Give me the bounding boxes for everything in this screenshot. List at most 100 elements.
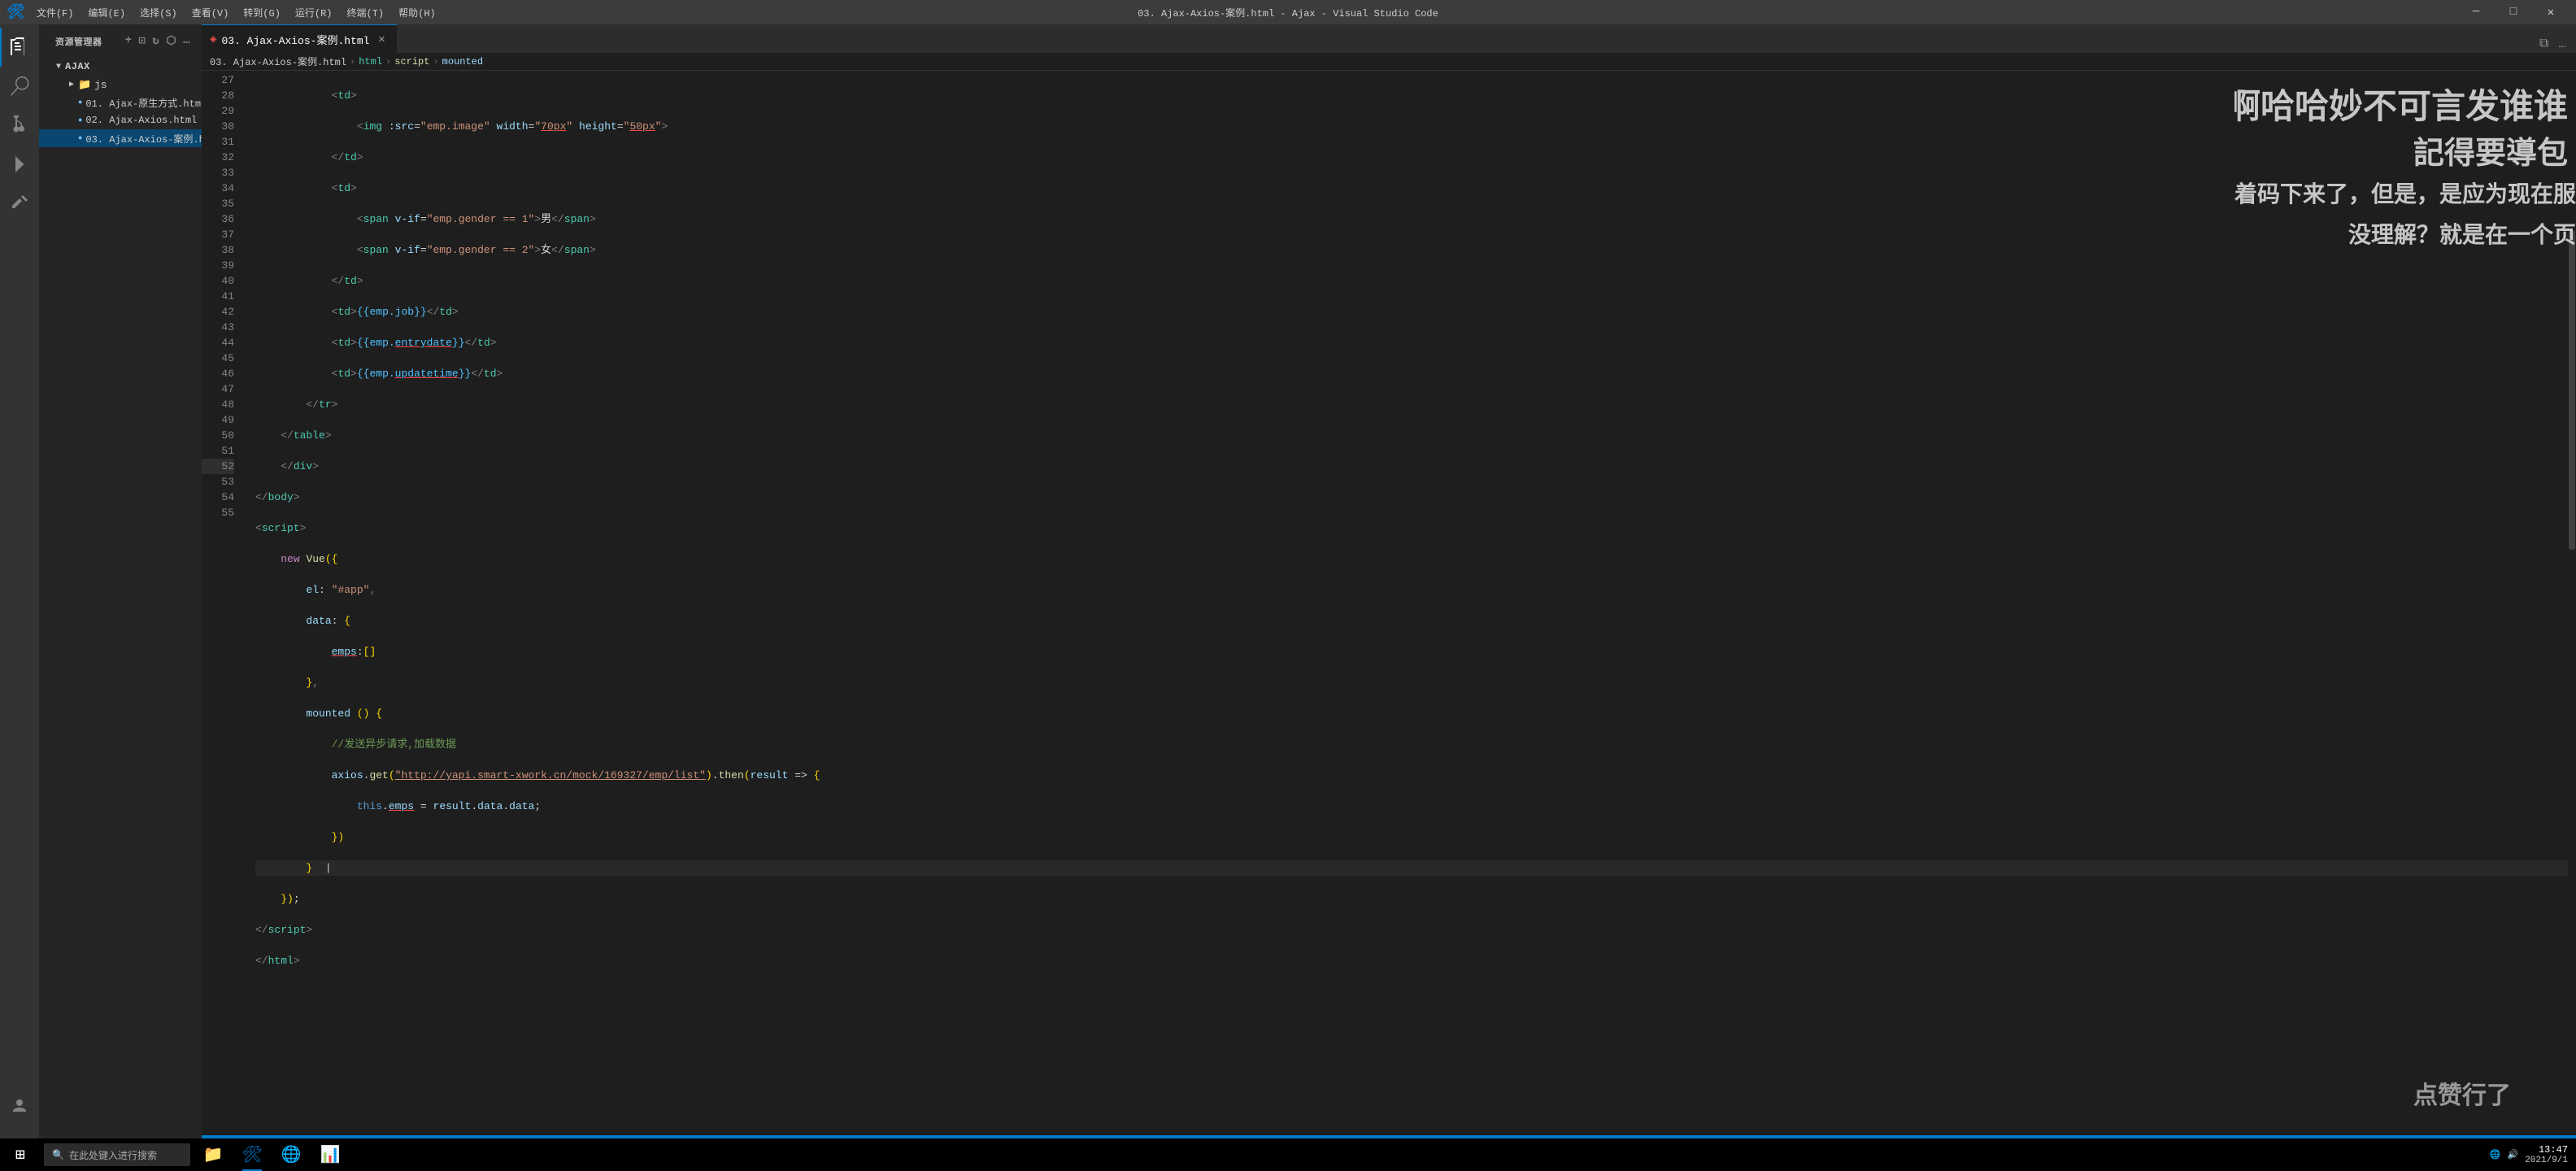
tab-label: 03. Ajax-Axios-案例.html — [221, 32, 369, 47]
code-line-55: </html> — [255, 953, 2576, 969]
breadcrumb-sep2: › — [385, 56, 391, 67]
scrollbar-thumb — [2569, 230, 2575, 550]
search-icon — [10, 76, 29, 96]
sidebar-item-js[interactable]: ▶ 📁 js — [39, 76, 202, 94]
js-folder-icon: 📁 — [78, 79, 91, 91]
code-line-31: <span v-if="emp.gender == 1">男</span> — [255, 211, 2576, 227]
account-icon — [11, 1097, 28, 1115]
more-actions-tab-icon[interactable]: … — [2555, 35, 2569, 53]
refresh-icon[interactable]: ↻ — [150, 33, 161, 50]
taskbar-chrome-icon: 🌐 — [281, 1144, 302, 1165]
taskbar-powerpoint[interactable]: 📊 — [311, 1138, 350, 1171]
titlebar: 🛠 文件(F) 编辑(E) 选择(S) 查看(V) 转到(G) 运行(R) 终端… — [0, 0, 2576, 24]
new-file-icon[interactable]: + — [124, 33, 134, 50]
titlebar-left: 🛠 文件(F) 编辑(E) 选择(S) 查看(V) 转到(G) 运行(R) 终端… — [7, 3, 442, 21]
code-line-51: }) — [255, 829, 2576, 845]
code-line-40: </body> — [255, 490, 2576, 505]
split-editor-icon[interactable]: ⧉ — [2536, 35, 2552, 53]
taskbar-vscode-icon: 🛠 — [242, 1144, 262, 1165]
code-line-35: <td>{{emp.entrydate}}</td> — [255, 335, 2576, 350]
code-line-34: <td>{{emp.job}}</td> — [255, 304, 2576, 320]
tab-close-button[interactable]: ✕ — [374, 32, 389, 46]
code-line-37: </tr> — [255, 397, 2576, 412]
run-icon — [10, 155, 29, 174]
activity-run[interactable] — [0, 145, 39, 184]
code-line-30: <td> — [255, 181, 2576, 196]
file-circle-icon3: ● — [78, 134, 82, 142]
taskbar-chrome[interactable]: 🌐 — [272, 1138, 311, 1171]
content-area: ◈ 03. Ajax-Axios-案例.html ✕ ⧉ … 03. Ajax-… — [202, 24, 2576, 1171]
section-arrow: ▼ — [52, 63, 65, 72]
breadcrumb-script[interactable]: script — [394, 56, 429, 67]
more-actions-icon[interactable]: … — [181, 33, 192, 50]
sidebar-tree: ▼ AJAX ▶ 📁 js ● 01. Ajax-原生方式.html — [39, 54, 202, 1171]
menu-view[interactable]: 查看(V) — [185, 4, 236, 21]
code-editor[interactable]: <td> <img :src="emp.image" width="70px" … — [242, 71, 2576, 1135]
activity-search[interactable] — [0, 67, 39, 106]
sidebar-item-file3[interactable]: ● 03. Ajax-Axios-案例.html — [39, 129, 202, 147]
sidebar-section-ajax[interactable]: ▼ AJAX — [39, 58, 202, 76]
new-folder-icon[interactable]: ⊡ — [137, 33, 147, 50]
menu-run[interactable]: 运行(R) — [289, 4, 339, 21]
tab-actions: ⧉ … — [2536, 35, 2576, 53]
sidebar: 资源管理器 + ⊡ ↻ ⬡ … ▼ AJAX ▶ 📁 js — [39, 24, 202, 1171]
sidebar-header: 资源管理器 + ⊡ ↻ ⬡ … — [39, 24, 202, 54]
line-numbers: 27 28 29 30 31 32 33 34 35 36 37 38 39 4… — [202, 71, 242, 1135]
app-container: 资源管理器 + ⊡ ↻ ⬡ … ▼ AJAX ▶ 📁 js — [0, 24, 2576, 1171]
editor-container: 27 28 29 30 31 32 33 34 35 36 37 38 39 4… — [202, 71, 2576, 1135]
vertical-scrollbar[interactable] — [2568, 71, 2576, 1135]
activity-account[interactable] — [0, 1086, 39, 1125]
code-line-52: } | — [255, 860, 2576, 876]
close-button[interactable]: ✕ — [2532, 0, 2569, 24]
taskbar-sound-icon: 🔊 — [2507, 1149, 2518, 1160]
minimize-button[interactable]: ─ — [2457, 0, 2495, 24]
menu-edit[interactable]: 编辑(E) — [81, 4, 132, 21]
menu-select[interactable]: 选择(S) — [133, 4, 184, 21]
menu-terminal[interactable]: 终端(T) — [341, 4, 391, 21]
code-line-54: </script> — [255, 922, 2576, 938]
taskbar-time: 13:47 — [2525, 1144, 2568, 1156]
window-controls: ─ □ ✕ — [2457, 0, 2569, 24]
code-line-32: <span v-if="emp.gender == 2">女</span> — [255, 242, 2576, 258]
window-title: 03. Ajax-Axios-案例.html - Ajax - Visual S… — [1138, 6, 1438, 20]
collapse-icon[interactable]: ⬡ — [164, 33, 178, 50]
maximize-button[interactable]: □ — [2495, 0, 2532, 24]
sidebar-item-file1[interactable]: ● 01. Ajax-原生方式.html — [39, 94, 202, 111]
menu-help[interactable]: 帮助(H) — [392, 4, 442, 21]
taskbar: ⊞ 🔍 在此处键入进行搜索 📁 🛠 🌐 📊 🌐 🔊 13:47 2021/9/1 — [0, 1138, 2576, 1171]
sidebar-item-file2[interactable]: ● 02. Ajax-Axios.html — [39, 111, 202, 129]
taskbar-apps: 📁 🛠 🌐 📊 — [194, 1138, 2490, 1171]
js-label: js — [94, 79, 107, 91]
taskbar-network-icon: 🌐 — [2490, 1149, 2501, 1160]
taskbar-start[interactable]: ⊞ — [0, 1138, 41, 1171]
code-line-38: </table> — [255, 428, 2576, 443]
code-line-48: //发送异步请求,加载数据 — [255, 737, 2576, 752]
source-control-icon — [10, 115, 29, 135]
taskbar-search[interactable]: 🔍 在此处键入进行搜索 — [44, 1143, 190, 1166]
code-line-36: <td>{{emp.updatetime}}</td> — [255, 366, 2576, 381]
activity-extensions[interactable] — [0, 184, 39, 223]
code-line-39: </div> — [255, 459, 2576, 474]
code-line-28: <img :src="emp.image" width="70px" heigh… — [255, 119, 2576, 134]
breadcrumb-mounted[interactable]: mounted — [442, 56, 483, 67]
activity-bar — [0, 24, 39, 1171]
menu-goto[interactable]: 转到(G) — [237, 4, 287, 21]
code-line-44: data: { — [255, 613, 2576, 629]
file2-label: 02. Ajax-Axios.html — [85, 115, 197, 126]
taskbar-explorer[interactable]: 📁 — [194, 1138, 233, 1171]
code-line-45: emps:[] — [255, 644, 2576, 660]
taskbar-right: 🌐 🔊 13:47 2021/9/1 — [2490, 1144, 2576, 1165]
code-line-46: }, — [255, 675, 2576, 690]
code-line-50: this.emps = result.data.data; — [255, 799, 2576, 814]
code-line-27: <td> — [255, 88, 2576, 103]
tab-bar: ◈ 03. Ajax-Axios-案例.html ✕ ⧉ … — [202, 24, 2576, 53]
breadcrumb-file[interactable]: 03. Ajax-Axios-案例.html — [210, 54, 346, 68]
activity-source-control[interactable] — [0, 106, 39, 145]
breadcrumb-html[interactable]: html — [359, 56, 382, 67]
taskbar-vscode[interactable]: 🛠 — [233, 1138, 272, 1171]
taskbar-folder-icon: 📁 — [203, 1144, 224, 1165]
tab-main-file[interactable]: ◈ 03. Ajax-Axios-案例.html ✕ — [202, 24, 397, 53]
menu-file[interactable]: 文件(F) — [30, 4, 80, 21]
file-circle-icon1: ● — [78, 98, 82, 107]
activity-explorer[interactable] — [0, 28, 39, 67]
